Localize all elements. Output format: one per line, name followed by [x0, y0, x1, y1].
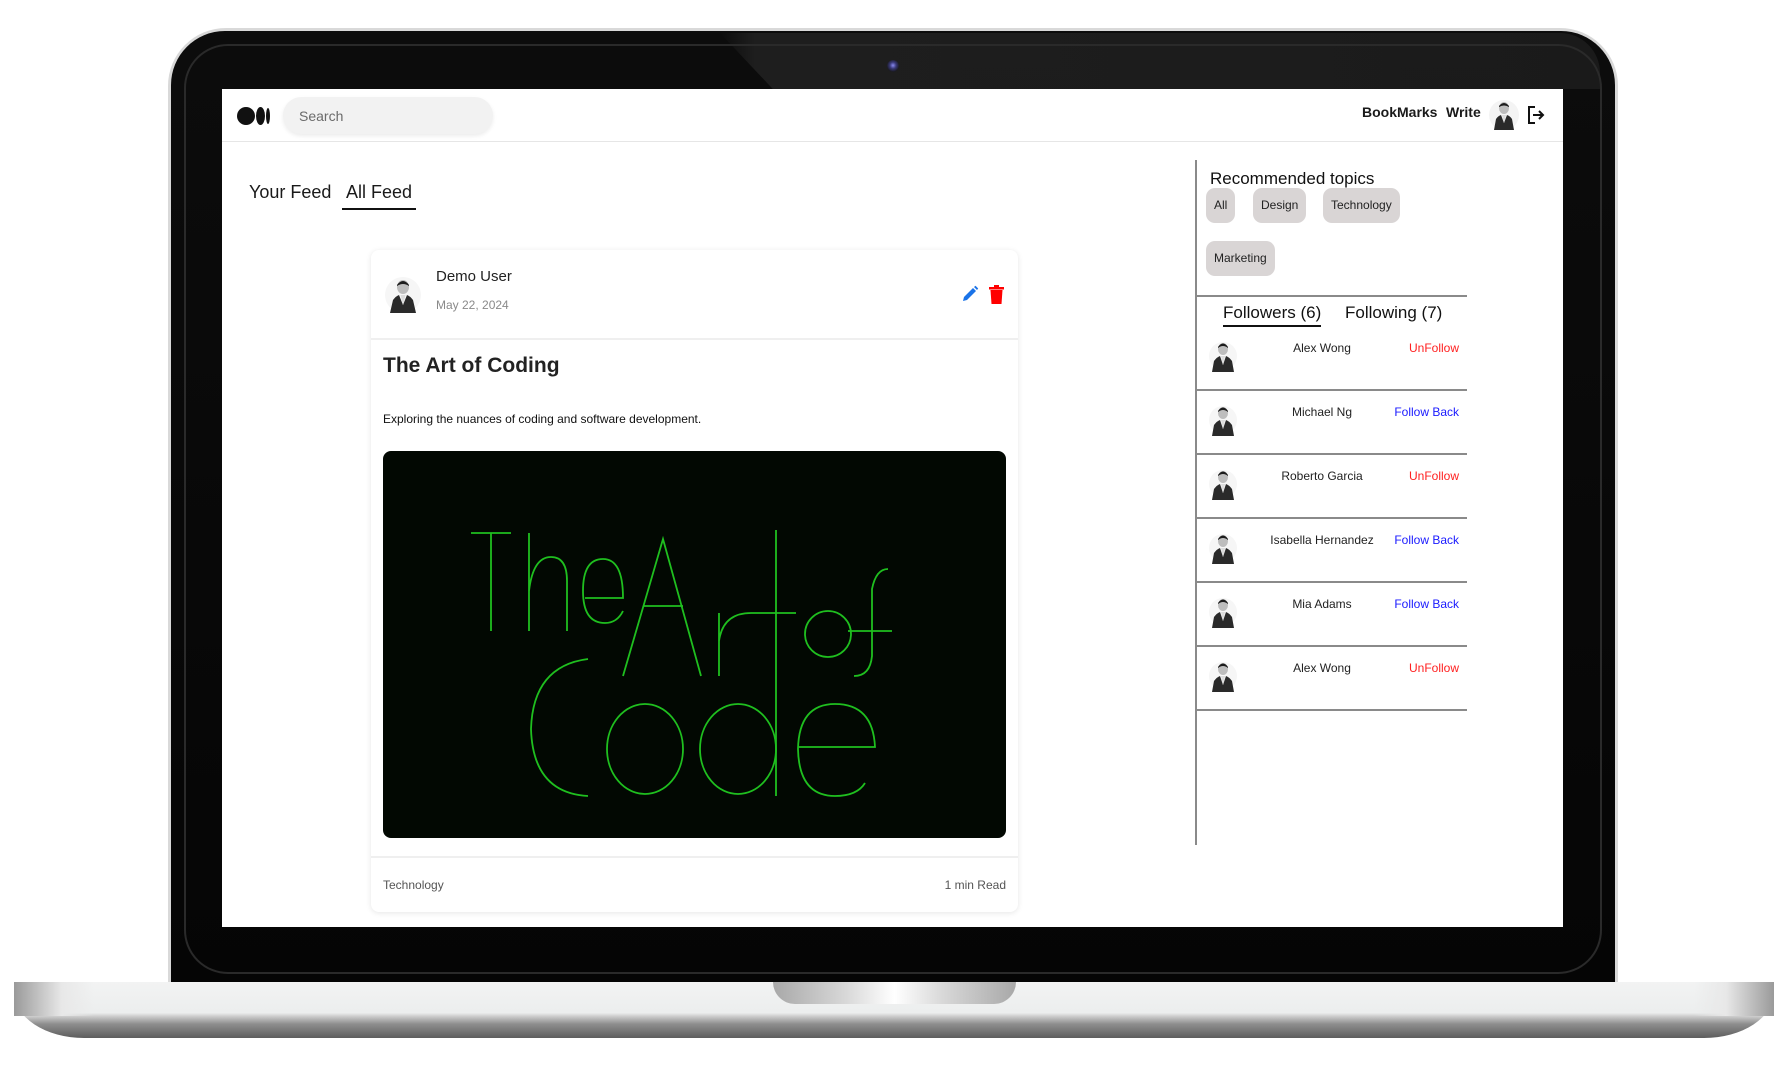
follower-name[interactable]: Mia Adams: [1257, 597, 1387, 611]
post-description: Exploring the nuances of coding and soft…: [383, 412, 702, 426]
glyph-r: [718, 612, 752, 676]
post-tag[interactable]: Technology: [383, 878, 444, 892]
logout-icon[interactable]: [1526, 105, 1546, 125]
tab-following[interactable]: Following (7): [1345, 303, 1442, 325]
post-author[interactable]: Demo User: [436, 268, 512, 285]
tab-followers[interactable]: Followers (6): [1223, 303, 1322, 327]
follower-avatar-icon[interactable]: [1209, 659, 1237, 693]
follower-row: Roberto Garcia UnFollow: [1197, 455, 1467, 519]
webcam-icon: [887, 60, 899, 72]
follower-name[interactable]: Roberto Garcia: [1257, 469, 1387, 483]
search-input[interactable]: [283, 97, 493, 134]
topic-chip-design[interactable]: Design: [1253, 188, 1307, 223]
logo-dot-medium: [256, 107, 265, 125]
follower-name[interactable]: Michael Ng: [1257, 405, 1387, 419]
glyph-e2: [797, 703, 876, 797]
sidebar-divider: [1197, 295, 1467, 297]
topic-chip-technology[interactable]: Technology: [1323, 188, 1400, 223]
topic-chip-all[interactable]: All: [1206, 188, 1236, 223]
followers-list: Alex Wong UnFollow Michael Ng Follow Bac…: [1197, 327, 1467, 711]
artwork-strokes: [471, 530, 892, 797]
glyph-e1: [582, 558, 624, 624]
glyph-o2: [606, 703, 684, 795]
post-read-time: 1 min Read: [944, 878, 1006, 892]
art-of-code-artwork: [471, 530, 892, 797]
follower-avatar-icon[interactable]: [1209, 595, 1237, 629]
follower-row: Isabella Hernandez Follow Back: [1197, 519, 1467, 583]
post-card-header: Demo User May 22, 2024: [371, 250, 1018, 340]
follower-avatar-icon[interactable]: [1209, 403, 1237, 437]
glyph-t: [751, 530, 796, 796]
bookmarks-link[interactable]: BookMarks: [1362, 104, 1437, 120]
follow-back-button[interactable]: Follow Back: [1394, 597, 1459, 611]
glyph-d: [699, 703, 777, 795]
tab-all-feed[interactable]: All Feed: [342, 182, 417, 210]
follower-row: Mia Adams Follow Back: [1197, 583, 1467, 647]
pencil-icon[interactable]: [961, 285, 979, 303]
post-date: May 22, 2024: [436, 298, 509, 312]
tab-your-feed[interactable]: Your Feed: [249, 182, 331, 208]
follower-row: Alex Wong UnFollow: [1197, 647, 1467, 711]
unfollow-button[interactable]: UnFollow: [1409, 341, 1459, 355]
glyph-T: [471, 532, 511, 631]
follower-name[interactable]: Alex Wong: [1257, 341, 1387, 355]
follower-row: Michael Ng Follow Back: [1197, 391, 1467, 455]
bezel-glare: [720, 33, 1600, 89]
follower-row: Alex Wong UnFollow: [1197, 327, 1467, 391]
post-cover-image[interactable]: [383, 451, 1006, 838]
glyph-h: [528, 533, 568, 631]
follower-name[interactable]: Isabella Hernandez: [1257, 533, 1387, 547]
top-header: BookMarks Write: [222, 89, 1563, 142]
trash-icon[interactable]: [989, 285, 1004, 304]
glyph-o1: [804, 610, 852, 658]
laptop-hinge-notch: [773, 982, 1016, 1004]
unfollow-button[interactable]: UnFollow: [1409, 469, 1459, 483]
author-avatar-icon[interactable]: [385, 276, 421, 314]
unfollow-button[interactable]: UnFollow: [1409, 661, 1459, 675]
follow-back-button[interactable]: Follow Back: [1394, 533, 1459, 547]
post-card[interactable]: Demo User May 22, 2024 The Art of Coding…: [371, 250, 1018, 912]
logo-dot-large: [237, 107, 255, 125]
glyph-A: [622, 535, 702, 677]
right-sidebar: Recommended topics All Design Technology…: [1195, 160, 1495, 845]
recommended-topics-title: Recommended topics: [1210, 169, 1375, 188]
post-card-footer: Technology 1 min Read: [371, 856, 1018, 912]
user-avatar-icon[interactable]: [1489, 99, 1519, 131]
glyph-f: [848, 568, 892, 677]
logo-dot-small: [266, 108, 270, 124]
write-link[interactable]: Write: [1446, 104, 1481, 120]
glyph-C: [530, 658, 589, 797]
follow-back-button[interactable]: Follow Back: [1394, 405, 1459, 419]
laptop-base-right-edge: [1694, 982, 1774, 1016]
app-screen: BookMarks Write Your Feed All Feed Demo …: [222, 89, 1563, 927]
post-title[interactable]: The Art of Coding: [383, 354, 560, 378]
laptop-base-left-edge: [14, 982, 94, 1016]
follower-avatar-icon[interactable]: [1209, 531, 1237, 565]
follower-name[interactable]: Alex Wong: [1257, 661, 1387, 675]
medium-logo-icon[interactable]: [237, 105, 271, 127]
topic-chip-marketing[interactable]: Marketing: [1206, 241, 1275, 276]
follower-avatar-icon[interactable]: [1209, 467, 1237, 501]
follower-avatar-icon[interactable]: [1209, 339, 1237, 373]
